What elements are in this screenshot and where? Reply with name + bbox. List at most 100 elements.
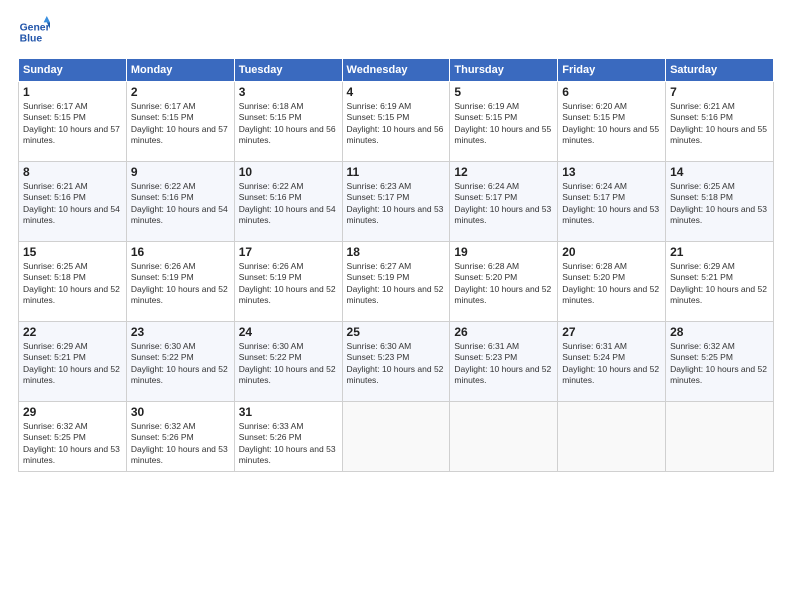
calendar-day-cell: 21Sunrise: 6:29 AMSunset: 5:21 PMDayligh… [666, 242, 774, 322]
day-number: 7 [670, 85, 769, 99]
header: General Blue [18, 16, 774, 48]
calendar-week-row: 15 Sunrise: 6:25 AMSunset: 5:18 PMDayligh… [19, 242, 774, 322]
day-number: 28 [670, 325, 769, 339]
calendar-day-cell: 16 Sunrise: 6:26 AMSunset: 5:19 PMDayligh… [126, 242, 234, 322]
calendar-day-cell: 25Sunrise: 6:30 AMSunset: 5:23 PMDayligh… [342, 322, 450, 402]
empty-cell [558, 402, 666, 472]
day-info: Sunrise: 6:28 AMSunset: 5:20 PMDaylight:… [454, 261, 553, 307]
day-info: Sunrise: 6:33 AMSunset: 5:26 PMDaylight:… [239, 421, 338, 467]
calendar-week-row: 29 Sunrise: 6:32 AMSunset: 5:25 PMDayligh… [19, 402, 774, 472]
calendar-day-cell: 4 Sunrise: 6:19 AMSunset: 5:15 PMDaylight… [342, 82, 450, 162]
weekday-header: Saturday [666, 59, 774, 82]
calendar-day-cell: 30 Sunrise: 6:32 AMSunset: 5:26 PMDayligh… [126, 402, 234, 472]
day-number: 5 [454, 85, 553, 99]
day-info: Sunrise: 6:29 AMSunset: 5:21 PMDaylight:… [23, 341, 122, 387]
calendar-day-cell: 28 Sunrise: 6:32 AMSunset: 5:25 PMDayligh… [666, 322, 774, 402]
day-number: 20 [562, 245, 661, 259]
day-info: Sunrise: 6:28 AMSunset: 5:20 PMDaylight:… [562, 261, 661, 307]
empty-cell [666, 402, 774, 472]
day-info: Sunrise: 6:18 AMSunset: 5:15 PMDaylight:… [239, 101, 338, 147]
calendar-day-cell: 29 Sunrise: 6:32 AMSunset: 5:25 PMDayligh… [19, 402, 127, 472]
day-info: Sunrise: 6:25 AMSunset: 5:18 PMDaylight:… [23, 261, 122, 307]
calendar-day-cell: 23 Sunrise: 6:30 AMSunset: 5:22 PMDayligh… [126, 322, 234, 402]
calendar-week-row: 1 Sunrise: 6:17 AMSunset: 5:15 PMDaylight… [19, 82, 774, 162]
day-info: Sunrise: 6:31 AMSunset: 5:24 PMDaylight:… [562, 341, 661, 387]
day-info: Sunrise: 6:32 AMSunset: 5:25 PMDaylight:… [23, 421, 122, 467]
page: General Blue SundayMondayTuesdayWednesda… [0, 0, 792, 612]
calendar-day-cell: 9Sunrise: 6:22 AMSunset: 5:16 PMDaylight… [126, 162, 234, 242]
day-number: 3 [239, 85, 338, 99]
weekday-header: Sunday [19, 59, 127, 82]
weekday-header: Monday [126, 59, 234, 82]
calendar-day-cell: 26Sunrise: 6:31 AMSunset: 5:23 PMDayligh… [450, 322, 558, 402]
svg-text:General: General [20, 22, 50, 33]
empty-cell [450, 402, 558, 472]
day-info: Sunrise: 6:22 AMSunset: 5:16 PMDaylight:… [239, 181, 338, 227]
day-number: 1 [23, 85, 122, 99]
day-number: 2 [131, 85, 230, 99]
weekday-header: Tuesday [234, 59, 342, 82]
calendar-header-row: SundayMondayTuesdayWednesdayThursdayFrid… [19, 59, 774, 82]
day-number: 24 [239, 325, 338, 339]
day-info: Sunrise: 6:29 AMSunset: 5:21 PMDaylight:… [670, 261, 769, 307]
day-info: Sunrise: 6:30 AMSunset: 5:22 PMDaylight:… [131, 341, 230, 387]
day-info: Sunrise: 6:32 AMSunset: 5:25 PMDaylight:… [670, 341, 769, 387]
day-number: 31 [239, 405, 338, 419]
day-number: 26 [454, 325, 553, 339]
calendar-day-cell: 11 Sunrise: 6:23 AMSunset: 5:17 PMDayligh… [342, 162, 450, 242]
calendar-day-cell: 13 Sunrise: 6:24 AMSunset: 5:17 PMDayligh… [558, 162, 666, 242]
calendar-day-cell: 7 Sunrise: 6:21 AMSunset: 5:16 PMDaylight… [666, 82, 774, 162]
day-info: Sunrise: 6:24 AMSunset: 5:17 PMDaylight:… [454, 181, 553, 227]
day-info: Sunrise: 6:27 AMSunset: 5:19 PMDaylight:… [347, 261, 446, 307]
day-info: Sunrise: 6:26 AMSunset: 5:19 PMDaylight:… [239, 261, 338, 307]
day-info: Sunrise: 6:32 AMSunset: 5:26 PMDaylight:… [131, 421, 230, 467]
day-number: 27 [562, 325, 661, 339]
day-info: Sunrise: 6:19 AMSunset: 5:15 PMDaylight:… [454, 101, 553, 147]
day-info: Sunrise: 6:26 AMSunset: 5:19 PMDaylight:… [131, 261, 230, 307]
day-number: 8 [23, 165, 122, 179]
calendar-day-cell: 22Sunrise: 6:29 AMSunset: 5:21 PMDayligh… [19, 322, 127, 402]
calendar-day-cell: 8 Sunrise: 6:21 AMSunset: 5:16 PMDaylight… [19, 162, 127, 242]
day-info: Sunrise: 6:23 AMSunset: 5:17 PMDaylight:… [347, 181, 446, 227]
day-info: Sunrise: 6:30 AMSunset: 5:22 PMDaylight:… [239, 341, 338, 387]
calendar-day-cell: 27 Sunrise: 6:31 AMSunset: 5:24 PMDayligh… [558, 322, 666, 402]
day-number: 10 [239, 165, 338, 179]
calendar-day-cell: 5 Sunrise: 6:19 AMSunset: 5:15 PMDaylight… [450, 82, 558, 162]
day-number: 18 [347, 245, 446, 259]
calendar-day-cell: 14Sunrise: 6:25 AMSunset: 5:18 PMDayligh… [666, 162, 774, 242]
day-info: Sunrise: 6:21 AMSunset: 5:16 PMDaylight:… [670, 101, 769, 147]
calendar-day-cell: 12Sunrise: 6:24 AMSunset: 5:17 PMDayligh… [450, 162, 558, 242]
calendar-day-cell: 31 Sunrise: 6:33 AMSunset: 5:26 PMDayligh… [234, 402, 342, 472]
calendar-day-cell: 1Sunrise: 6:17 AMSunset: 5:15 PMDaylight… [19, 82, 127, 162]
calendar-day-cell: 20 Sunrise: 6:28 AMSunset: 5:20 PMDayligh… [558, 242, 666, 322]
day-number: 15 [23, 245, 122, 259]
day-number: 16 [131, 245, 230, 259]
day-number: 19 [454, 245, 553, 259]
day-number: 29 [23, 405, 122, 419]
day-number: 11 [347, 165, 446, 179]
empty-cell [342, 402, 450, 472]
calendar-day-cell: 6Sunrise: 6:20 AMSunset: 5:15 PMDaylight… [558, 82, 666, 162]
day-number: 17 [239, 245, 338, 259]
day-info: Sunrise: 6:19 AMSunset: 5:15 PMDaylight:… [347, 101, 446, 147]
day-number: 4 [347, 85, 446, 99]
calendar-day-cell: 15 Sunrise: 6:25 AMSunset: 5:18 PMDayligh… [19, 242, 127, 322]
calendar-day-cell: 18 Sunrise: 6:27 AMSunset: 5:19 PMDayligh… [342, 242, 450, 322]
calendar-day-cell: 3 Sunrise: 6:18 AMSunset: 5:15 PMDaylight… [234, 82, 342, 162]
day-number: 23 [131, 325, 230, 339]
day-info: Sunrise: 6:17 AMSunset: 5:15 PMDaylight:… [131, 101, 230, 147]
logo-icon: General Blue [18, 16, 50, 48]
weekday-header: Thursday [450, 59, 558, 82]
day-info: Sunrise: 6:24 AMSunset: 5:17 PMDaylight:… [562, 181, 661, 227]
svg-text:Blue: Blue [20, 34, 43, 45]
calendar-table: SundayMondayTuesdayWednesdayThursdayFrid… [18, 58, 774, 472]
day-number: 30 [131, 405, 230, 419]
calendar-day-cell: 24 Sunrise: 6:30 AMSunset: 5:22 PMDayligh… [234, 322, 342, 402]
weekday-header: Wednesday [342, 59, 450, 82]
day-number: 13 [562, 165, 661, 179]
day-info: Sunrise: 6:22 AMSunset: 5:16 PMDaylight:… [131, 181, 230, 227]
day-number: 25 [347, 325, 446, 339]
calendar-day-cell: 19 Sunrise: 6:28 AMSunset: 5:20 PMDayligh… [450, 242, 558, 322]
day-info: Sunrise: 6:21 AMSunset: 5:16 PMDaylight:… [23, 181, 122, 227]
day-number: 14 [670, 165, 769, 179]
